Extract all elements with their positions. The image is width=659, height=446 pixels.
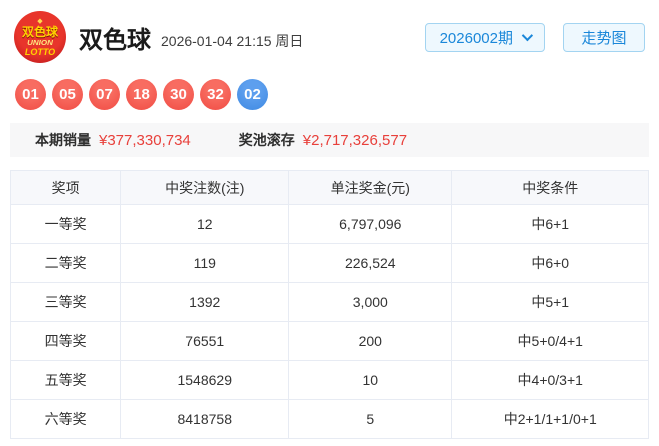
red-ball: 01 bbox=[15, 79, 46, 110]
prize-amount-cell: 3,000 bbox=[288, 282, 453, 322]
win-count-cell: 8418758 bbox=[120, 399, 290, 439]
sales-label: 本期销量 bbox=[35, 132, 91, 148]
win-condition-cell: 中6+1 bbox=[451, 204, 649, 244]
prize-amount-cell: 10 bbox=[288, 360, 453, 400]
red-ball: 30 bbox=[163, 79, 194, 110]
logo-text-union: UNION bbox=[27, 37, 53, 47]
win-count-cell: 119 bbox=[120, 243, 290, 283]
header-actions: 2026002期 走势图 bbox=[424, 22, 645, 52]
prize-tier-cell: 三等奖 bbox=[9, 282, 122, 322]
table-row: 三等奖 1392 3,000 中5+1 bbox=[9, 282, 649, 322]
red-ball: 32 bbox=[200, 79, 231, 110]
blue-ball: 02 bbox=[237, 79, 268, 110]
win-condition-cell: 中5+1 bbox=[451, 282, 649, 322]
table-row: 六等奖 8418758 5 中2+1/1+1/0+1 bbox=[9, 399, 649, 439]
red-ball: 05 bbox=[52, 79, 83, 110]
prize-amount-cell: 200 bbox=[288, 321, 453, 361]
table-row: 二等奖 119 226,524 中6+0 bbox=[9, 243, 649, 283]
header: ◆ 双色球 UNION LOTTO 双色球 2026-01-04 21:15 周… bbox=[0, 0, 659, 64]
header-win-count: 中奖注数(注) bbox=[120, 170, 290, 205]
union-lotto-logo-icon: ◆ 双色球 UNION LOTTO bbox=[14, 11, 66, 63]
prize-tier-cell: 二等奖 bbox=[9, 243, 122, 283]
table-row: 四等奖 76551 200 中5+0/4+1 bbox=[9, 321, 649, 361]
prize-tier-cell: 一等奖 bbox=[9, 204, 122, 244]
prize-amount-cell: 226,524 bbox=[288, 243, 453, 283]
prize-tier-cell: 六等奖 bbox=[9, 399, 122, 439]
header-win-condition: 中奖条件 bbox=[451, 170, 649, 205]
table-row: 一等奖 12 6,797,096 中6+1 bbox=[9, 204, 649, 244]
trend-chart-button[interactable]: 走势图 bbox=[563, 22, 645, 52]
table-row: 五等奖 1548629 10 中4+0/3+1 bbox=[9, 360, 649, 400]
win-count-cell: 76551 bbox=[120, 321, 290, 361]
stats-bar: 本期销量 ¥377,330,734 奖池滚存 ¥2,717,326,577 bbox=[10, 123, 649, 157]
chevron-down-icon bbox=[521, 29, 534, 42]
logo-diamond-icon: ◆ bbox=[37, 17, 43, 25]
issue-select-dropdown[interactable]: 2026002期 bbox=[424, 22, 545, 52]
win-condition-cell: 中5+0/4+1 bbox=[451, 321, 649, 361]
prize-amount-cell: 5 bbox=[288, 399, 453, 439]
prize-table: 奖项 中奖注数(注) 单注奖金(元) 中奖条件 一等奖 12 6,797,096… bbox=[9, 170, 649, 439]
prize-amount-cell: 6,797,096 bbox=[288, 204, 453, 244]
red-ball: 18 bbox=[126, 79, 157, 110]
prize-tier-cell: 四等奖 bbox=[9, 321, 122, 361]
issue-select-label: 2026002期 bbox=[439, 29, 513, 47]
table-header-row: 奖项 中奖注数(注) 单注奖金(元) 中奖条件 bbox=[9, 170, 649, 205]
win-condition-cell: 中4+0/3+1 bbox=[451, 360, 649, 400]
pool-stat: 奖池滚存 ¥2,717,326,577 bbox=[239, 130, 407, 150]
win-count-cell: 1548629 bbox=[120, 360, 290, 400]
logo-text: 双色球 bbox=[21, 24, 58, 39]
win-count-cell: 1392 bbox=[120, 282, 290, 322]
header-prize-amount: 单注奖金(元) bbox=[288, 170, 453, 205]
win-condition-cell: 中2+1/1+1/0+1 bbox=[451, 399, 649, 439]
page-title: 双色球 bbox=[79, 26, 151, 54]
logo-text-lotto: LOTTO bbox=[24, 46, 56, 57]
red-ball: 07 bbox=[89, 79, 120, 110]
pool-value: ¥2,717,326,577 bbox=[302, 131, 408, 149]
sales-value: ¥377,330,734 bbox=[99, 131, 191, 149]
prize-tier-cell: 五等奖 bbox=[9, 360, 122, 400]
winning-numbers: 01 05 07 18 30 32 02 bbox=[15, 79, 659, 110]
sales-stat: 本期销量 ¥377,330,734 bbox=[35, 130, 191, 150]
header-prize-tier: 奖项 bbox=[9, 170, 122, 205]
pool-label: 奖池滚存 bbox=[238, 132, 295, 148]
win-condition-cell: 中6+0 bbox=[451, 243, 649, 283]
draw-datetime: 2026-01-04 21:15 周日 bbox=[161, 33, 304, 49]
win-count-cell: 12 bbox=[120, 204, 290, 244]
